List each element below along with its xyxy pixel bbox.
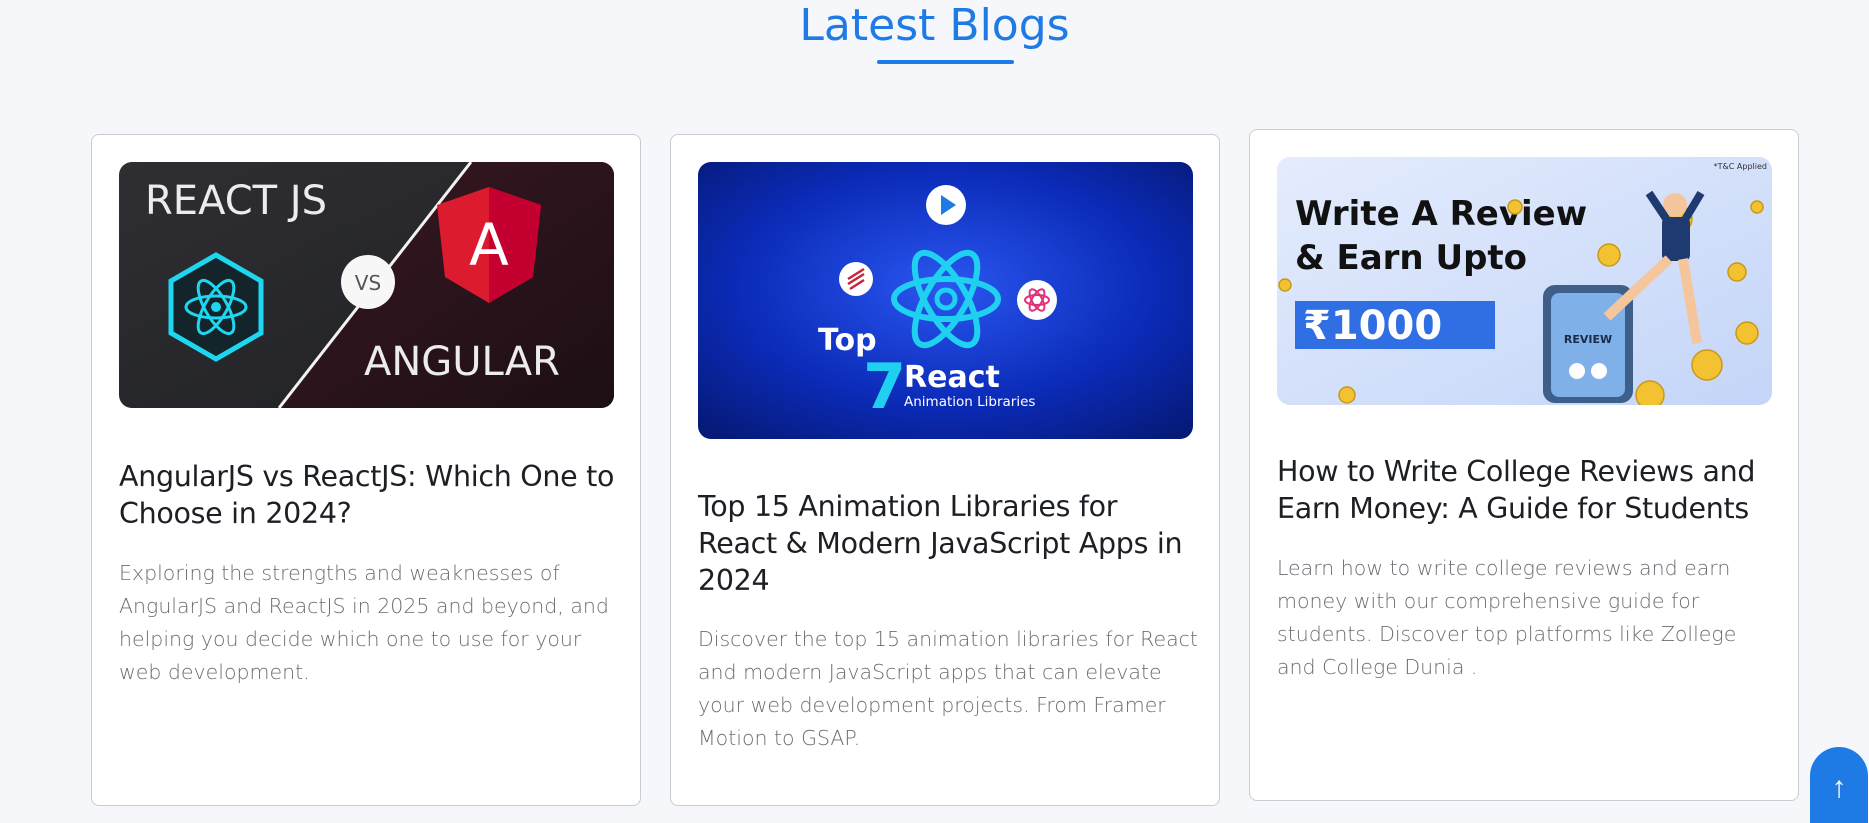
banner-number: 7 (863, 350, 906, 423)
banner-line2: & Earn Upto (1295, 238, 1527, 278)
review-earn-banner: *T&C Applied Write A Review & Earn Upto … (1277, 157, 1772, 405)
react-vs-angular-banner: REACT JS VS A ANGULAR (119, 162, 614, 408)
section-title: Latest Blogs (799, 0, 1070, 51)
spring-icon (1017, 280, 1057, 320)
blog-excerpt: Learn how to write college reviews and e… (1277, 556, 1737, 679)
react-logo-icon (168, 252, 264, 362)
blog-title[interactable]: AngularJS vs ReactJS: Which One to Choos… (119, 458, 619, 532)
banner-sub-text: Animation Libraries (904, 394, 1035, 410)
blog-title[interactable]: How to Write College Reviews and Earn Mo… (1277, 453, 1777, 527)
blog-card[interactable]: Top 7 React Animation Libraries Top 15 A… (670, 134, 1220, 806)
banner-amount: ₹1000 (1303, 303, 1442, 349)
svg-text:A: A (469, 211, 509, 279)
banner-top-text: REACT JS (145, 178, 327, 224)
blog-excerpt: Discover the top 15 animation libraries … (698, 627, 1198, 750)
blog-thumbnail[interactable]: REACT JS VS A ANGULAR (119, 162, 614, 408)
banner-vs-text: VS (355, 271, 381, 295)
blog-thumbnail[interactable]: Top 7 React Animation Libraries (698, 162, 1193, 439)
banner-line1: Write A Review (1295, 194, 1587, 234)
svg-text:REVIEW: REVIEW (1564, 333, 1612, 346)
scroll-to-top-button[interactable]: ↑ (1810, 747, 1868, 823)
banner-react-word: React (904, 360, 1000, 395)
latest-blogs-section: Latest Blogs REACT JS VS A ANGULAR Angul… (0, 0, 1869, 823)
banner-bottom-text: ANGULAR (364, 339, 560, 385)
blog-thumbnail[interactable]: *T&C Applied Write A Review & Earn Upto … (1277, 157, 1772, 405)
blog-card[interactable]: REACT JS VS A ANGULAR AngularJS vs React… (91, 134, 641, 806)
arrow-up-icon: ↑ (1831, 771, 1847, 804)
blog-card[interactable]: *T&C Applied Write A Review & Earn Upto … (1249, 129, 1799, 801)
blog-title[interactable]: Top 15 Animation Libraries for React & M… (698, 488, 1198, 599)
banner-tc-text: *T&C Applied (1714, 162, 1767, 171)
title-underline (877, 60, 1014, 64)
react-atom-banner: Top 7 React Animation Libraries (698, 162, 1193, 439)
blog-excerpt: Exploring the strengths and weaknesses o… (119, 561, 609, 684)
